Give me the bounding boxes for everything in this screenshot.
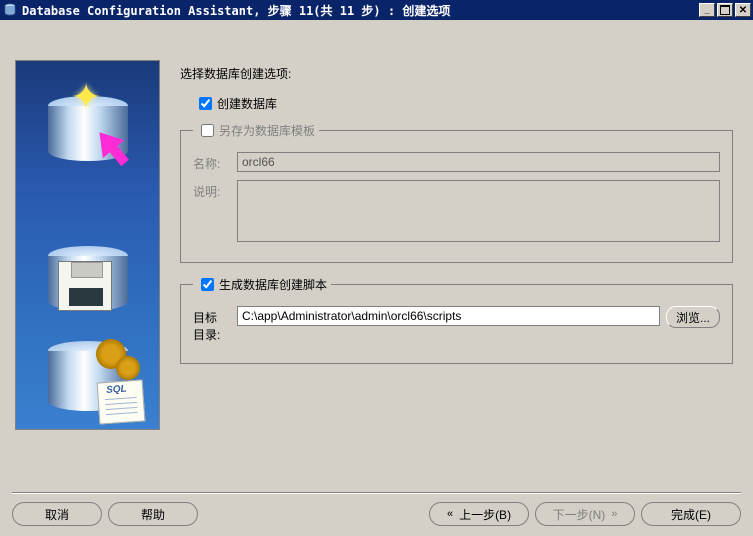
generate-scripts-checkbox[interactable] xyxy=(201,278,214,291)
generate-scripts-legend: 生成数据库创建脚本 xyxy=(219,276,327,293)
close-button[interactable]: ✕ xyxy=(735,3,751,17)
dest-dir-input[interactable] xyxy=(237,306,660,326)
template-desc-label: 说明: xyxy=(193,180,237,200)
star-icon: ✦ xyxy=(71,76,111,116)
chevron-right-icon: » xyxy=(611,508,617,520)
chevron-left-icon: « xyxy=(447,508,453,520)
create-database-label: 创建数据库 xyxy=(217,95,277,112)
template-name-input xyxy=(237,152,720,172)
restore-button[interactable] xyxy=(717,3,733,17)
footer-separator xyxy=(12,492,741,494)
sql-script-icon xyxy=(97,379,146,424)
create-database-checkbox[interactable] xyxy=(199,97,212,110)
wizard-sidebar-image: ✦ xyxy=(15,60,160,430)
generate-scripts-group: 生成数据库创建脚本 目标 目录: 浏览... xyxy=(180,275,733,364)
floppy-icon xyxy=(58,261,112,311)
help-button[interactable]: 帮助 xyxy=(108,502,198,526)
back-button[interactable]: « 上一步(B) xyxy=(429,502,529,526)
app-icon xyxy=(2,2,18,18)
save-as-template-group: 另存为数据库模板 名称: 说明: xyxy=(180,121,733,263)
window-title: Database Configuration Assistant, 步骤 11(… xyxy=(22,2,697,19)
minimize-button[interactable]: _ xyxy=(699,3,715,17)
template-desc-input xyxy=(237,180,720,242)
instruction-text: 选择数据库创建选项: xyxy=(180,65,733,82)
dest-dir-label: 目标 目录: xyxy=(193,306,237,343)
save-template-legend: 另存为数据库模板 xyxy=(219,122,315,139)
cancel-button[interactable]: 取消 xyxy=(12,502,102,526)
next-button: 下一步(N) » xyxy=(535,502,635,526)
save-template-checkbox[interactable] xyxy=(201,124,214,137)
gear-icon xyxy=(116,356,140,380)
browse-button[interactable]: 浏览... xyxy=(666,306,720,328)
template-name-label: 名称: xyxy=(193,152,237,172)
finish-button[interactable]: 完成(E) xyxy=(641,502,741,526)
